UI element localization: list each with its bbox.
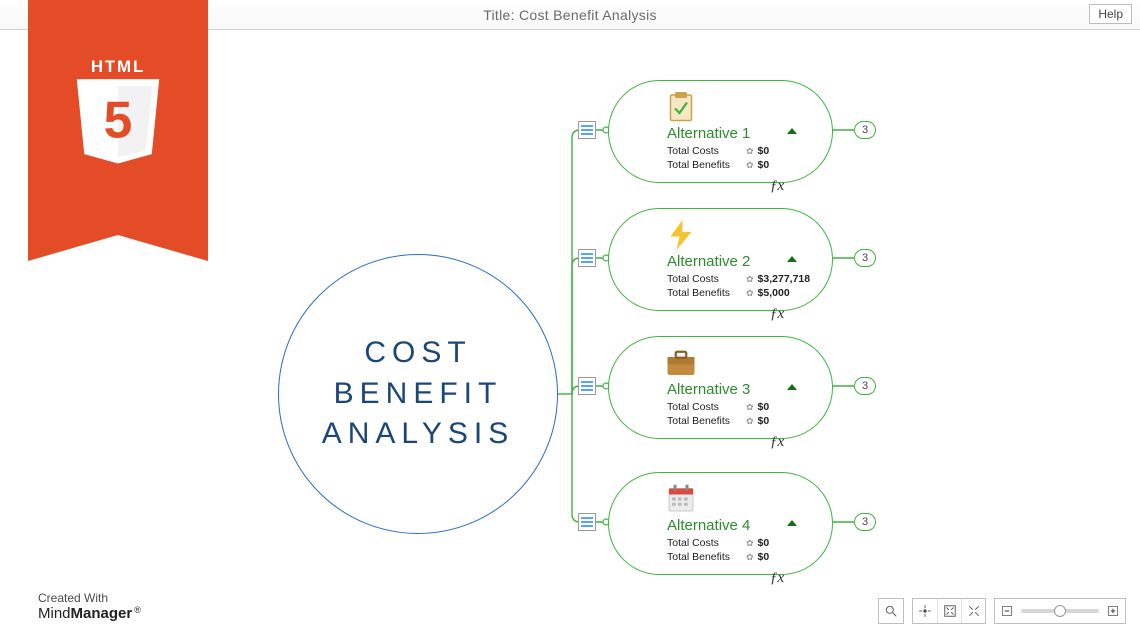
row-total-costs: Total Costs✿ $3,277,718 [667, 272, 814, 286]
central-line-2: BENEFIT [334, 377, 503, 410]
notes-icon[interactable] [578, 249, 596, 267]
child-count-badge[interactable]: 3 [854, 377, 876, 395]
formula-icon[interactable]: ƒx [770, 570, 784, 587]
collapse-icon[interactable] [787, 379, 797, 397]
formula-icon[interactable]: ƒx [770, 178, 784, 195]
central-line-3: ANALYSIS [322, 417, 515, 450]
child-count-badge[interactable]: 3 [854, 249, 876, 267]
node-alternative-2[interactable]: Alternative 2 Total Costs✿ $3,277,718 To… [608, 208, 833, 311]
formula-icon[interactable]: ƒx [770, 306, 784, 323]
node-alternative-3[interactable]: Alternative 3 Total Costs✿ $0 Total Bene… [608, 336, 833, 439]
central-topic[interactable]: COST BENEFIT ANALYSIS [278, 254, 558, 534]
calendar-icon [663, 481, 699, 517]
row-total-benefits: Total Benefits✿ $0 [667, 414, 814, 428]
child-count-badge[interactable]: 3 [854, 513, 876, 531]
row-total-costs: Total Costs✿ $0 [667, 144, 814, 158]
help-button[interactable]: Help [1089, 4, 1132, 24]
collapse-icon[interactable] [787, 251, 797, 269]
child-count-badge[interactable]: 3 [854, 121, 876, 139]
notes-icon[interactable] [578, 121, 596, 139]
row-total-benefits: Total Benefits✿ $5,000 [667, 286, 814, 300]
bolt-icon [663, 217, 699, 253]
formula-icon[interactable]: ƒx [770, 434, 784, 451]
collapse-icon[interactable] [787, 515, 797, 533]
node-alternative-1[interactable]: Alternative 1 Total Costs✿ $0 Total Bene… [608, 80, 833, 183]
notes-icon[interactable] [578, 377, 596, 395]
notes-icon[interactable] [578, 513, 596, 531]
central-line-1: COST [364, 336, 471, 369]
row-total-benefits: Total Benefits✿ $0 [667, 550, 814, 564]
row-total-costs: Total Costs✿ $0 [667, 400, 814, 414]
node-alternative-4[interactable]: Alternative 4 Total Costs✿ $0 Total Bene… [608, 472, 833, 575]
clipboard-icon [663, 89, 699, 125]
html5-ribbon: HTML 5 [28, 0, 208, 235]
row-total-benefits: Total Benefits✿ $0 [667, 158, 814, 172]
collapse-icon[interactable] [787, 123, 797, 141]
svg-text:HTML: HTML [91, 58, 145, 76]
html5-icon: HTML 5 [58, 58, 178, 178]
svg-text:5: 5 [104, 90, 133, 148]
briefcase-icon [663, 345, 699, 381]
row-total-costs: Total Costs✿ $0 [667, 536, 814, 550]
